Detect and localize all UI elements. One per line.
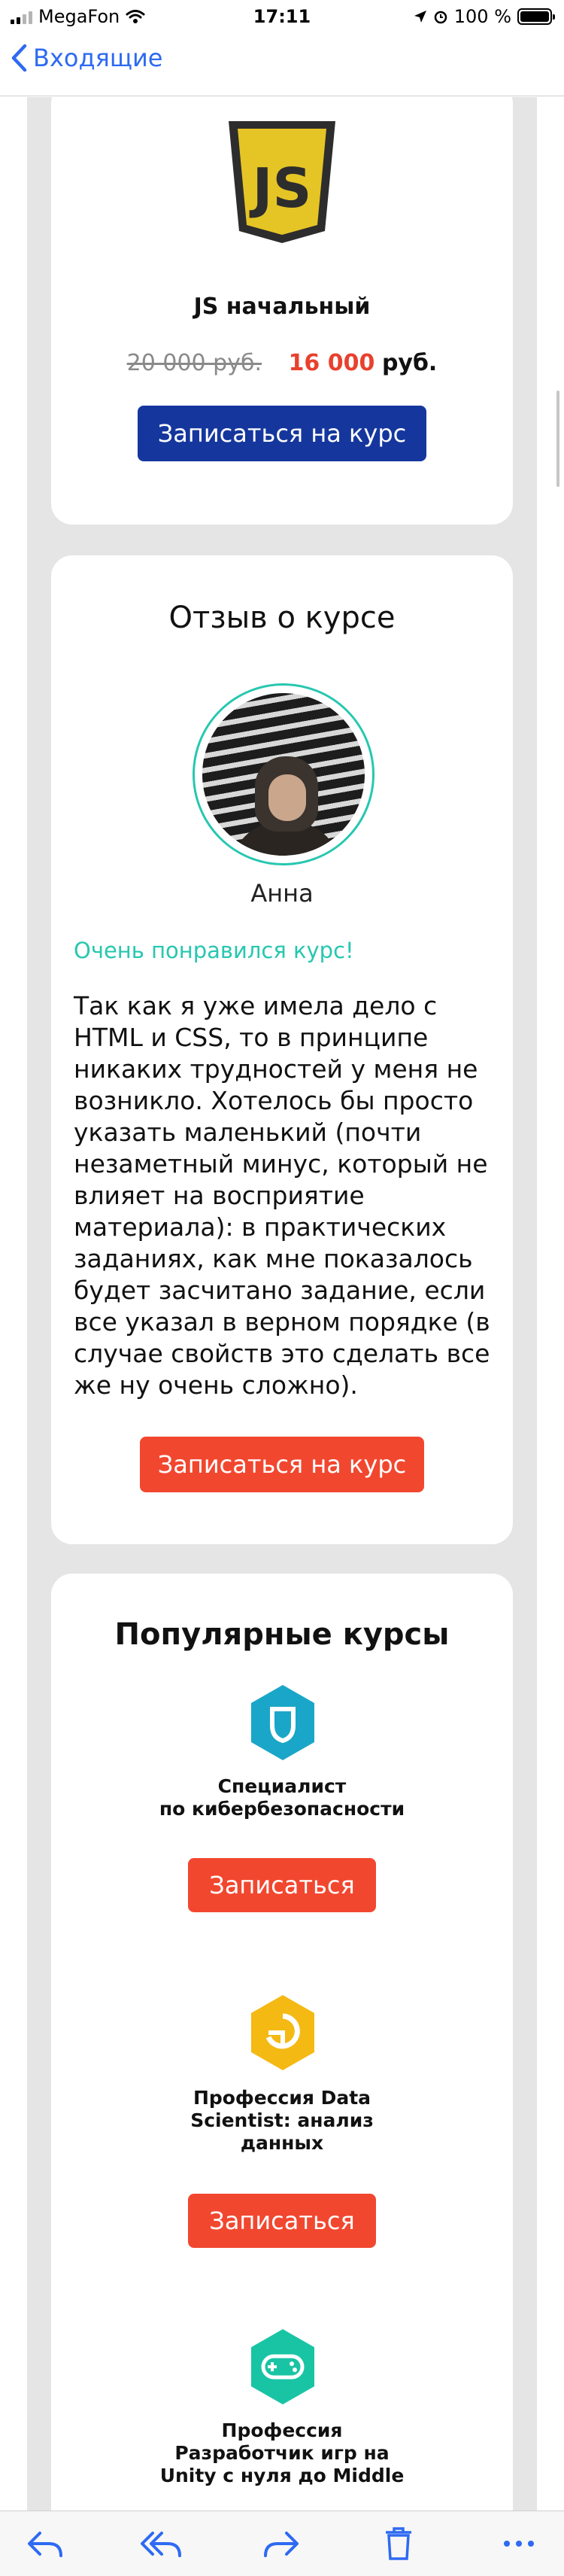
- back-button[interactable]: Входящие: [11, 44, 162, 72]
- delete-button[interactable]: [376, 2526, 421, 2561]
- price-row: 20 000 руб. 16 000 руб.: [51, 350, 513, 376]
- logo-text: JS: [249, 157, 312, 220]
- back-label: Входящие: [33, 44, 163, 72]
- enroll-course-button[interactable]: Записаться на курс: [138, 406, 426, 461]
- battery-icon: [517, 8, 555, 25]
- data-science-icon: [251, 1995, 314, 2070]
- course-2-title: Профессия Data Scientist: анализ данных: [190, 2087, 374, 2154]
- reviewer-avatar-ring: [193, 683, 374, 865]
- location-icon: [414, 11, 426, 23]
- javascript-logo: JS: [229, 121, 335, 243]
- review-enroll-button[interactable]: Записаться на курс: [140, 1437, 424, 1492]
- mail-toolbar: [0, 2511, 564, 2576]
- trash-icon: [386, 2527, 411, 2560]
- chevron-left-icon: [11, 44, 27, 72]
- more-button[interactable]: [496, 2526, 541, 2561]
- popular-heading: Популярные курсы: [114, 1617, 450, 1652]
- review-text: Так как я уже имела дело с HTML и CSS, т…: [74, 991, 490, 1400]
- course-card: JS JS начальный 20 000 руб. 16 000 руб. …: [51, 97, 513, 525]
- review-card: Отзыв о курсе Анна Очень понравился курс…: [51, 555, 513, 1544]
- reviewer-avatar: [202, 693, 365, 856]
- reply-all-icon: [141, 2532, 181, 2557]
- old-price: 20 000 руб.: [126, 350, 262, 376]
- alarm-icon: [434, 11, 447, 24]
- reviewer-name: Анна: [250, 879, 314, 908]
- scroll-indicator[interactable]: [556, 391, 559, 487]
- status-bar: MegaFon 17:11 100 %: [0, 0, 564, 33]
- course-2-enroll-button[interactable]: Записаться: [188, 2194, 376, 2248]
- forward-icon: [264, 2532, 299, 2557]
- reply-icon: [28, 2532, 62, 2557]
- battery-label: 100 %: [453, 6, 511, 27]
- email-content[interactable]: JS JS начальный 20 000 руб. 16 000 руб. …: [0, 97, 564, 2511]
- course-1-enroll-button[interactable]: Записаться: [188, 1858, 376, 1912]
- nav-bar: Входящие: [0, 33, 564, 96]
- popular-courses-card: Популярные курсы Специалист по кибербезо…: [51, 1574, 513, 2511]
- shield-icon: [251, 1685, 314, 1760]
- review-heading: Отзыв о курсе: [168, 601, 396, 635]
- course-3-title: Профессия Разработчик игр на Unity с нул…: [159, 2419, 405, 2486]
- forward-button[interactable]: [259, 2526, 304, 2561]
- reply-all-button[interactable]: [138, 2526, 183, 2561]
- new-price: 16 000: [288, 350, 375, 376]
- course-title: JS начальный: [193, 293, 371, 320]
- more-icon: [504, 2541, 534, 2547]
- gamepad-icon: [251, 2329, 314, 2404]
- price-currency: руб.: [381, 350, 438, 376]
- course-1-title: Специалист по кибербезопасности: [159, 1775, 405, 1820]
- review-title: Очень понравился курс!: [74, 938, 354, 963]
- reply-button[interactable]: [23, 2526, 68, 2561]
